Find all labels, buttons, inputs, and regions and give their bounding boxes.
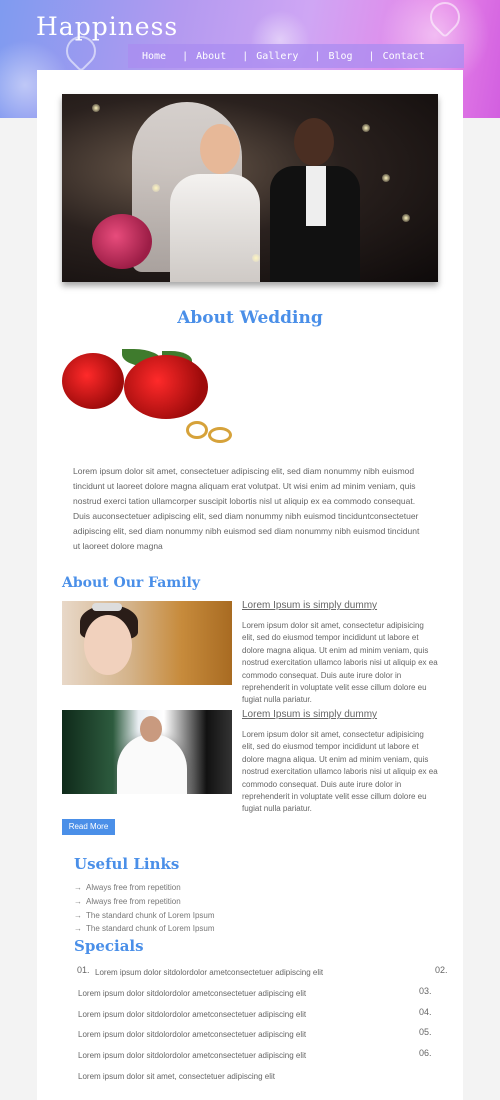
family-title: About Our Family	[62, 575, 200, 591]
nav-home[interactable]: Home	[128, 51, 172, 62]
useful-links-list: → Always free from repetition → Always fre…	[74, 881, 374, 936]
arrow-icon: →	[74, 924, 82, 934]
specials-item[interactable]: Lorem ipsum dolor sitdolordolor ametcons…	[78, 1030, 306, 1039]
hero-wedding-photo	[62, 94, 438, 282]
family-entry-heading[interactable]: Lorem Ipsum is simply dummy	[242, 600, 432, 611]
nav-blog[interactable]: Blog	[322, 51, 358, 62]
about-title: About Wedding	[177, 308, 323, 328]
photo-bride-face	[200, 124, 240, 174]
photo-light	[152, 184, 160, 192]
photo-light	[362, 124, 370, 132]
specials-number: 01.	[77, 965, 90, 975]
photo-ring	[186, 421, 208, 439]
nav-separator: |	[182, 50, 189, 62]
main-nav: Home | About | Gallery | Blog | Contact	[128, 44, 464, 68]
specials-item[interactable]: Lorem ipsum dolor sitdolordolor ametcons…	[78, 989, 306, 998]
family-entry-text: Lorem ipsum dolor sit amet, consectetur …	[242, 730, 438, 814]
specials-number: 03.	[419, 986, 432, 996]
about-paragraph: Lorem ipsum dolor sit amet, consectetuer…	[73, 466, 420, 551]
photo-bouquet	[92, 214, 152, 269]
photo-bride-dress	[170, 174, 260, 282]
photo-tiara	[92, 603, 122, 611]
read-more-button[interactable]: Read More	[62, 819, 115, 835]
nav-about[interactable]: About	[190, 51, 232, 62]
useful-links-title: Useful Links	[74, 855, 180, 873]
photo-ring	[208, 427, 232, 443]
nav-gallery[interactable]: Gallery	[250, 51, 304, 62]
photo-light	[382, 174, 390, 182]
specials-item[interactable]: Lorem ipsum dolor sitdolordolor ametcons…	[95, 968, 323, 977]
main-content: About Wedding Lorem ipsum dolor sit amet…	[37, 70, 463, 1100]
family-entry-heading[interactable]: Lorem Ipsum is simply dummy	[242, 709, 432, 720]
photo-dress	[117, 734, 187, 794]
arrow-icon: →	[74, 896, 82, 906]
arrow-icon: →	[74, 883, 82, 892]
specials-item[interactable]: Lorem ipsum dolor sitdolordolor ametcons…	[78, 1010, 306, 1019]
family-entry-text: Lorem ipsum dolor sit amet, consectetur …	[242, 621, 438, 705]
photo-rose	[62, 353, 124, 409]
photo-groom-head	[294, 118, 334, 166]
useful-link-item[interactable]: → Always free from repetition	[74, 881, 374, 895]
arrow-icon: →	[74, 910, 82, 920]
specials-number: 06.	[419, 1048, 432, 1058]
specials-number: 05.	[419, 1027, 432, 1037]
site-title[interactable]: Happiness	[36, 12, 178, 41]
nav-separator: |	[368, 50, 375, 62]
useful-link-label: Always free from repetition	[86, 883, 181, 892]
photo-light	[402, 214, 410, 222]
useful-link-label: The standard chunk of Lorem Ipsum	[86, 924, 215, 934]
photo-face	[84, 615, 132, 675]
photo-light	[252, 254, 260, 262]
specials-item[interactable]: Lorem ipsum dolor sitdolordolor ametcons…	[78, 1051, 306, 1060]
nav-separator: |	[242, 50, 249, 62]
nav-separator: |	[314, 50, 321, 62]
roses-rings-image	[62, 349, 232, 449]
photo-rose	[124, 355, 208, 419]
photo-head	[140, 716, 162, 742]
useful-link-item[interactable]: → Always free from repetition	[74, 895, 374, 909]
useful-link-label: The standard chunk of Lorem Ipsum	[86, 910, 215, 920]
nav-contact[interactable]: Contact	[377, 51, 431, 62]
useful-link-label: Always free from repetition	[86, 896, 181, 906]
specials-title: Specials	[74, 937, 144, 955]
photo-light	[92, 104, 100, 112]
family-photo-dress	[62, 710, 232, 794]
useful-link-item[interactable]: → The standard chunk of Lorem Ipsum	[74, 922, 374, 936]
specials-number: 04.	[419, 1007, 432, 1017]
photo-groom-shirt	[306, 166, 326, 226]
specials-number: 02.	[435, 965, 448, 975]
useful-link-item[interactable]: → The standard chunk of Lorem Ipsum	[74, 909, 374, 923]
specials-item[interactable]: Lorem ipsum dolor sit amet, consectetuer…	[78, 1072, 275, 1081]
family-photo-bride	[62, 601, 232, 685]
